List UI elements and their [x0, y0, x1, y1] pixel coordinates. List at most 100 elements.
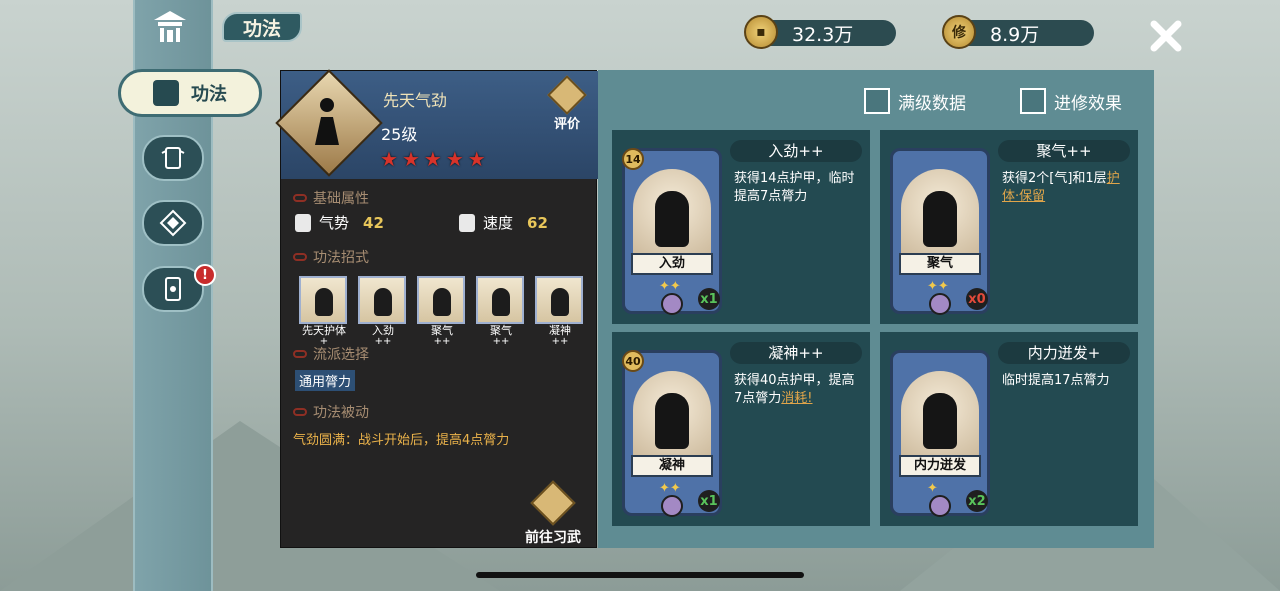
checkbox[interactable] — [1020, 88, 1046, 114]
section-passive: 功法被动 — [293, 402, 369, 422]
crest-icon — [159, 209, 187, 237]
scroll-icon — [153, 80, 179, 106]
cost-badge: 40 — [622, 350, 644, 372]
gem-icon — [929, 495, 951, 517]
scroll-bullet-icon — [293, 350, 307, 358]
card-art — [633, 371, 711, 461]
move-item[interactable]: 聚气 ++ — [476, 276, 526, 347]
chat-icon — [547, 75, 587, 115]
gem-icon — [661, 495, 683, 517]
attr-value: 42 — [363, 213, 384, 232]
card-title: 内力迸发+ — [998, 342, 1130, 364]
passive-text: 气劲圆满：战斗开始后，提高4点膂力 — [293, 433, 510, 448]
move-item[interactable]: 先天护体 + — [299, 276, 349, 347]
school-tag[interactable]: 通用膂力 — [295, 370, 356, 391]
max-level-toggle[interactable]: 满级数据 — [864, 88, 966, 114]
section-title: 功法招式 — [313, 250, 369, 266]
evaluate-button[interactable]: 评价 — [547, 75, 587, 132]
attr-name: 气势 — [319, 214, 350, 232]
star-icon: ★ — [467, 147, 486, 171]
move-item[interactable]: 入劲 ++ — [358, 276, 408, 347]
nav-item-skills[interactable]: 功法 — [118, 69, 262, 117]
card-name: 凝神 — [631, 455, 713, 477]
level-pips: ✦ — [927, 481, 938, 496]
card-desc: 获得40点护甲，提高7点膂力消耗! — [734, 373, 855, 406]
skill-header: 先天气劲 25级 ★ ★ ★ ★ ★ 评价 — [275, 69, 598, 179]
keyword-link[interactable]: 消耗! — [781, 391, 812, 406]
goto-practice-button[interactable]: 前往习武 — [517, 480, 589, 547]
card-name: 内力迸发 — [899, 455, 981, 477]
cultivation-value: 8.9万 — [990, 23, 1040, 46]
scroll-bullet-icon — [293, 408, 307, 416]
section-title: 流派选择 — [313, 347, 369, 363]
move-item[interactable]: 聚气 ++ — [417, 276, 467, 347]
skill-detail-panel: 先天气劲 25级 ★ ★ ★ ★ ★ 评价 基础属性 气势 42 速度 62 功… — [275, 69, 598, 548]
card-desc: 获得14点护甲，临时提高7点膂力 — [734, 171, 855, 204]
pavilion-icon[interactable] — [150, 8, 190, 44]
alert-badge: ! — [194, 264, 216, 286]
card-item[interactable]: 内力迸发 ✦ x2 内力迸发+ 临时提高17点膂力 — [880, 332, 1138, 526]
card-item[interactable]: 聚气 ✦✦ x0 聚气++ 获得2个[气]和1层护体·保留 — [880, 130, 1138, 324]
section-school: 流派选择 — [293, 344, 369, 364]
home-indicator[interactable] — [476, 572, 804, 578]
skill-level: 25级 — [381, 125, 418, 144]
boot-icon — [459, 213, 475, 232]
section-title: 基础属性 — [313, 191, 369, 207]
cards-panel: 满级数据 进修效果 入劲 ✦✦ 14 x1 入劲++ 获得14点护甲，临时提高7… — [598, 70, 1154, 548]
goto-practice-label: 前往习武 — [525, 530, 581, 546]
star-icon: ★ — [423, 147, 442, 171]
move-thumbnail — [535, 276, 583, 324]
page-title: 功法 — [222, 12, 302, 42]
card-art — [901, 169, 979, 259]
star-icon: ★ — [401, 147, 420, 171]
move-thumbnail — [299, 276, 347, 324]
attr-value: 62 — [527, 213, 548, 232]
section-moves: 功法招式 — [293, 247, 369, 267]
star-rating: ★ ★ ★ ★ ★ — [380, 149, 486, 169]
scroll-bullet-icon — [293, 194, 307, 202]
star-icon: ★ — [445, 147, 464, 171]
move-thumbnail — [476, 276, 524, 324]
move-plus: ++ — [551, 336, 569, 347]
section-title: 功法被动 — [313, 405, 369, 421]
coin-value: 32.3万 — [792, 23, 854, 46]
move-thumbnail — [417, 276, 465, 324]
checkbox-label: 满级数据 — [898, 93, 966, 114]
card-title: 凝神++ — [730, 342, 862, 364]
momentum-icon — [295, 213, 311, 232]
card-count: x2 — [966, 490, 988, 512]
move-item[interactable]: 凝神 ++ — [535, 276, 585, 347]
currency-cultivation: 修 8.9万 — [942, 15, 1094, 49]
card-item[interactable]: 凝神 ✦✦ 40 x1 凝神++ 获得40点护甲，提高7点膂力消耗! — [612, 332, 870, 526]
cultivation-coin-icon: 修 — [942, 15, 976, 49]
card-desc: 获得2个[气]和1层护体·保留 — [1002, 171, 1120, 204]
skill-name: 先天气劲 — [383, 91, 448, 110]
advanced-effect-toggle[interactable]: 进修效果 — [1020, 88, 1122, 114]
flame-icon — [530, 480, 576, 526]
nav-item-cards[interactable] — [142, 135, 204, 181]
card-icon — [165, 277, 181, 301]
move-plus: ++ — [433, 336, 451, 347]
level-pips: ✦✦ — [659, 481, 681, 496]
nav-item-crest[interactable] — [142, 200, 204, 246]
moves-list: 先天护体 + 入劲 ++ 聚气 ++ 聚气 ++ 凝神 ++ — [299, 276, 585, 347]
card-count: x1 — [698, 490, 720, 512]
card-title: 聚气++ — [998, 140, 1130, 162]
meditating-figure-icon — [315, 98, 339, 145]
level-pips: ✦✦ — [927, 279, 949, 294]
card-art — [901, 371, 979, 461]
scroll-bullet-icon — [293, 253, 307, 261]
close-icon[interactable] — [1146, 16, 1186, 56]
checkbox[interactable] — [864, 88, 890, 114]
card-item[interactable]: 入劲 ✦✦ 14 x1 入劲++ 获得14点护甲，临时提高7点膂力 — [612, 130, 870, 324]
currency-coins: ▪ 32.3万 — [744, 15, 896, 49]
cards-icon — [161, 147, 185, 169]
move-thumbnail — [358, 276, 406, 324]
section-basic-attrs: 基础属性 — [293, 188, 369, 208]
attr-name: 速度 — [483, 214, 514, 232]
coin-icon: ▪ — [744, 15, 778, 49]
attr-speed: 速度 62 — [459, 212, 548, 233]
level-pips: ✦✦ — [659, 279, 681, 294]
attr-momentum: 气势 42 — [295, 212, 384, 233]
nav-item-label: 功法 — [191, 84, 227, 105]
